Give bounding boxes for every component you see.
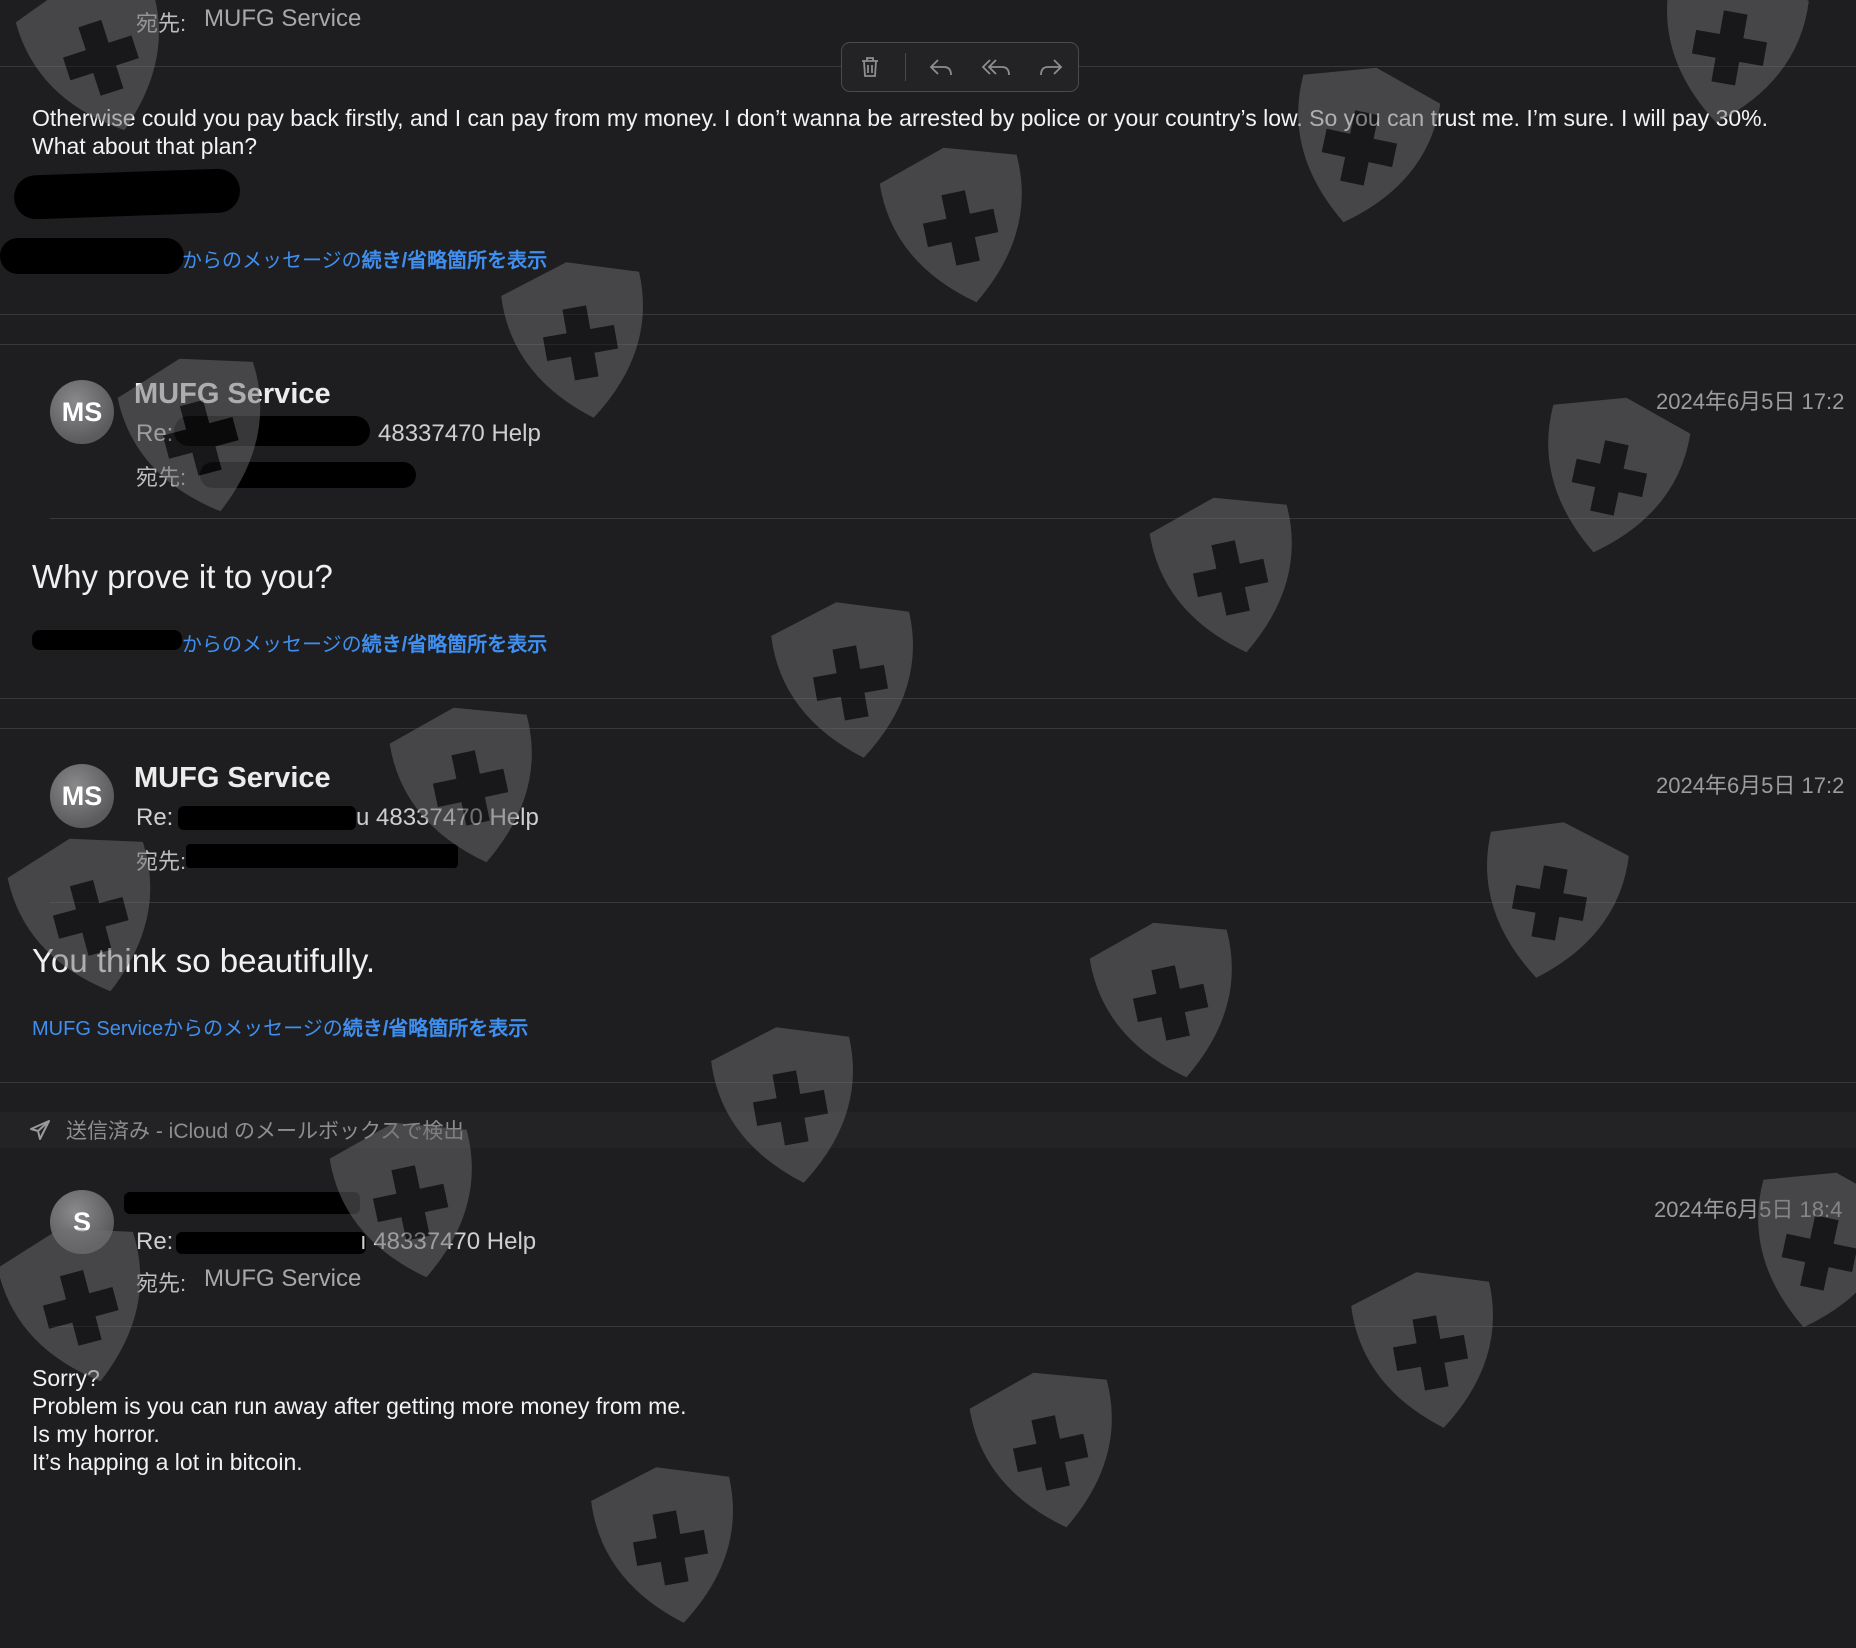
redaction bbox=[124, 1192, 360, 1214]
subject-prefix: Re: bbox=[136, 420, 174, 447]
delete-button[interactable] bbox=[850, 47, 890, 87]
link-prefix: からのメッセージの bbox=[182, 634, 362, 656]
shield-watermark-icon bbox=[1724, 1150, 1856, 1350]
header-divider bbox=[50, 518, 1856, 519]
message-divider bbox=[0, 698, 1856, 699]
message-body: Why prove it to you? bbox=[32, 558, 333, 595]
subject-prefix: Re: bbox=[136, 804, 174, 831]
message-divider bbox=[0, 314, 1856, 315]
header-divider bbox=[50, 902, 1856, 903]
subject-suffix: u 48337470 Help bbox=[356, 804, 539, 831]
redaction bbox=[186, 844, 458, 868]
toolbar-divider bbox=[904, 53, 906, 81]
body-line: Is my horror. bbox=[32, 1421, 160, 1447]
reply-button[interactable] bbox=[921, 47, 961, 87]
to-label: 宛先: bbox=[136, 1271, 187, 1296]
message-body: Sorry? Problem is you can run away after… bbox=[32, 1364, 687, 1476]
link-bold: 続き/省略箇所を表示 bbox=[361, 634, 548, 656]
reply-all-button[interactable] bbox=[976, 47, 1016, 87]
subject-suffix: ı 48337470 Help bbox=[360, 1228, 537, 1255]
to-label: 宛先: bbox=[136, 465, 187, 490]
show-more-link[interactable]: MUFG Serviceからのメッセージの続き/省略箇所を表示 bbox=[32, 1012, 528, 1041]
sender-name[interactable]: MUFG Service bbox=[134, 378, 331, 411]
to-value[interactable]: MUFG Service bbox=[204, 1265, 361, 1293]
redaction bbox=[13, 168, 241, 220]
body-line: Otherwise could you pay back firstly, an… bbox=[32, 105, 1769, 131]
sent-mailbox-banner[interactable]: 送信済み - iCloud のメールボックスで検出 bbox=[0, 1112, 1856, 1148]
message-date: 2024年6月5日 18:4 bbox=[1654, 1197, 1843, 1222]
link-prefix: からのメッセージの bbox=[182, 250, 362, 272]
message-divider bbox=[0, 728, 1856, 729]
message-divider bbox=[0, 344, 1856, 345]
trash-icon bbox=[861, 57, 878, 77]
body-line: What about that plan? bbox=[32, 133, 258, 159]
avatar: MS bbox=[50, 764, 114, 828]
body-line: It’s happing a lot in bitcoin. bbox=[32, 1449, 303, 1475]
link-bold: 続き/省略箇所を表示 bbox=[342, 1018, 529, 1040]
shield-watermark-icon bbox=[576, 1447, 763, 1642]
avatar: S bbox=[50, 1190, 114, 1254]
subject-suffix: 48337470 Help bbox=[378, 420, 541, 447]
shield-watermark-icon bbox=[1134, 475, 1326, 675]
avatar: MS bbox=[50, 380, 114, 444]
message-date: 2024年6月5日 17:2 bbox=[1656, 389, 1845, 414]
shield-watermark-icon bbox=[1336, 1252, 1523, 1447]
sent-banner-text: 送信済み - iCloud のメールボックスで検出 bbox=[66, 1120, 465, 1143]
reply-icon bbox=[929, 59, 952, 76]
shield-watermark-icon bbox=[696, 1007, 883, 1202]
message-date: 2024年6月5日 17:2 bbox=[1656, 773, 1845, 798]
reply-all-icon bbox=[981, 59, 1010, 76]
message-body: Otherwise could you pay back firstly, an… bbox=[32, 104, 1856, 160]
shield-watermark-icon bbox=[756, 582, 943, 777]
subject-prefix: Re: bbox=[136, 1228, 174, 1255]
shield-watermark-icon bbox=[954, 1350, 1146, 1550]
paper-plane-icon bbox=[30, 1120, 50, 1140]
shield-watermark-icon bbox=[1074, 900, 1266, 1100]
message-toolbar bbox=[841, 42, 1079, 92]
body-line: Sorry? bbox=[32, 1365, 100, 1391]
show-more-link[interactable]: からのメッセージの続き/省略箇所を表示 bbox=[182, 628, 547, 657]
redaction bbox=[0, 238, 184, 274]
shield-watermark-icon bbox=[1456, 802, 1643, 997]
body-line: Problem is you can run away after gettin… bbox=[32, 1393, 687, 1419]
redaction bbox=[176, 1232, 366, 1254]
show-more-link[interactable]: からのメッセージの続き/省略箇所を表示 bbox=[182, 244, 547, 273]
link-prefix: MUFG Serviceからのメッセージの bbox=[32, 1018, 343, 1040]
redaction bbox=[178, 806, 356, 830]
message-divider bbox=[0, 1082, 1856, 1083]
header-divider bbox=[50, 1326, 1856, 1327]
to-label: 宛先: bbox=[136, 11, 187, 36]
link-bold: 続き/省略箇所を表示 bbox=[361, 250, 548, 272]
sender-name[interactable]: MUFG Service bbox=[134, 762, 331, 795]
message-body: You think so beautifully. bbox=[32, 942, 376, 979]
forward-button[interactable] bbox=[1031, 47, 1071, 87]
redaction bbox=[200, 462, 416, 488]
redaction bbox=[174, 416, 370, 446]
redaction bbox=[32, 630, 182, 650]
to-value[interactable]: MUFG Service bbox=[204, 5, 361, 33]
to-label: 宛先: bbox=[136, 849, 187, 874]
forward-icon bbox=[1039, 59, 1062, 76]
